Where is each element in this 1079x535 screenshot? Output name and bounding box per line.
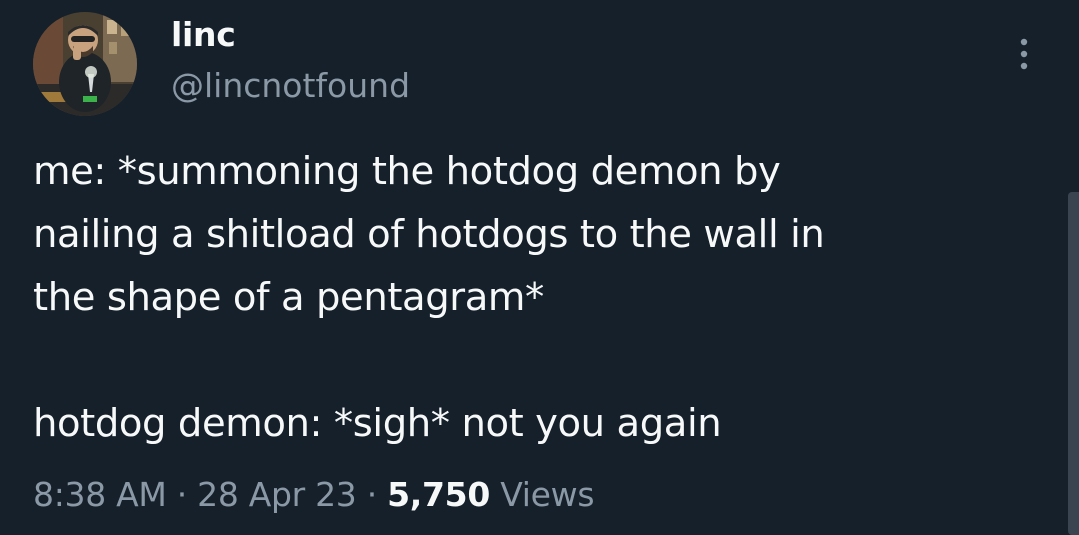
tweet-date[interactable]: 28 Apr 23 — [197, 475, 357, 514]
tweet-text: me: *summoning the hotdog demon by nailin… — [33, 140, 1033, 455]
scrollbar[interactable] — [1068, 192, 1079, 535]
tweet-text-line — [33, 329, 1033, 392]
views-label: Views — [500, 475, 595, 514]
views-count: 5,750 — [387, 475, 491, 514]
tweet-meta: 8:38 AM · 28 Apr 23 · 5,750 Views — [33, 470, 595, 520]
more-vertical-icon — [1020, 38, 1028, 70]
display-name[interactable]: linc — [171, 13, 236, 57]
user-handle[interactable]: @lincnotfound — [171, 63, 410, 109]
tweet-text-line: the shape of a pentagram* — [33, 275, 544, 320]
tweet-text-line: hotdog demon: *sigh* not you again — [33, 401, 722, 446]
separator: · — [366, 475, 378, 514]
tweet-time[interactable]: 8:38 AM — [33, 475, 167, 514]
avatar[interactable] — [33, 12, 137, 116]
profile-photo-icon — [33, 12, 137, 116]
tweet: linc @lincnotfound me: *summoning the ho… — [0, 0, 1079, 535]
more-options-button[interactable] — [1005, 30, 1043, 78]
tweet-text-line: nailing a shitload of hotdogs to the wal… — [33, 212, 825, 257]
tweet-text-line: me: *summoning the hotdog demon by — [33, 149, 781, 194]
separator: · — [176, 475, 188, 514]
